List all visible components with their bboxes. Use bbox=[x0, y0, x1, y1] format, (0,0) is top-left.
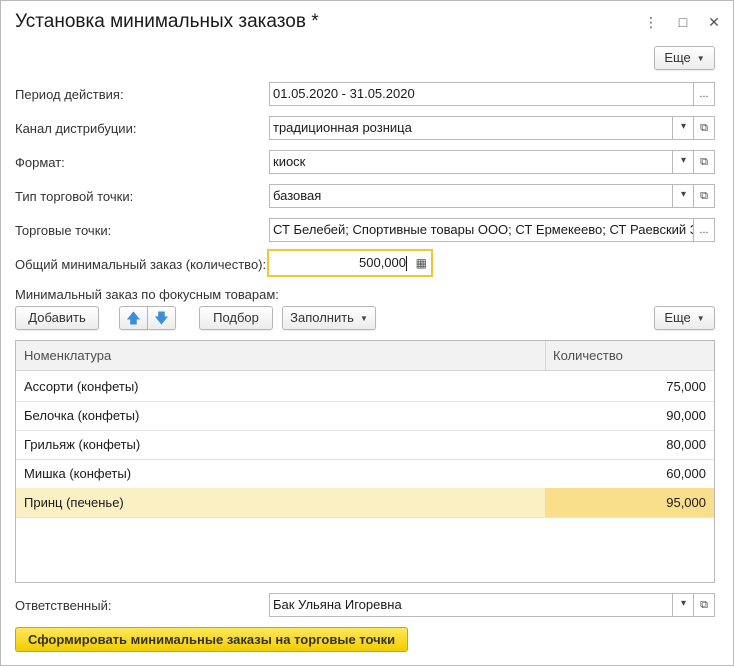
row-name: Белочка (конфеты) bbox=[24, 408, 140, 423]
format-open-icon[interactable]: ⧉ bbox=[693, 150, 715, 174]
responsible-value: Бак Ульяна Игоревна bbox=[273, 597, 402, 612]
table-row[interactable]: Мишка (конфеты) 60,000 bbox=[16, 459, 714, 489]
period-label: Период действия: bbox=[15, 87, 124, 102]
row-qty: 90,000 bbox=[666, 408, 706, 423]
column-header-nomenclature[interactable]: Номенклатура bbox=[24, 341, 111, 370]
outlets-select-button[interactable]: ... bbox=[693, 218, 715, 242]
text-cursor bbox=[406, 256, 407, 271]
table-row[interactable]: Белочка (конфеты) 90,000 bbox=[16, 401, 714, 431]
focus-section-label: Минимальный заказ по фокусным товарам: bbox=[15, 287, 279, 302]
period-select-button[interactable]: ... bbox=[693, 82, 715, 106]
row-qty: 60,000 bbox=[666, 466, 706, 481]
outlet-type-label: Тип торговой точки: bbox=[15, 189, 134, 204]
add-button[interactable]: Добавить bbox=[15, 306, 99, 330]
chevron-down-icon: ▼ bbox=[359, 313, 368, 323]
row-name: Принц (печенье) bbox=[24, 495, 124, 510]
focus-products-table[interactable]: Номенклатура Количество Ассорти (конфеты… bbox=[15, 340, 715, 583]
outlet-type-field[interactable]: базовая ▾ bbox=[269, 184, 694, 208]
total-min-field[interactable]: 500,000 ▦ bbox=[267, 249, 433, 277]
row-name: Мишка (конфеты) bbox=[24, 466, 132, 481]
row-qty: 75,000 bbox=[666, 379, 706, 394]
form-window: Установка минимальных заказов * ⋮ □ ✕ Ещ… bbox=[0, 0, 734, 666]
period-field[interactable]: 01.05.2020 - 31.05.2020 bbox=[269, 82, 694, 106]
responsible-field[interactable]: Бак Ульяна Игоревна ▾ bbox=[269, 593, 694, 617]
row-name: Ассорти (конфеты) bbox=[24, 379, 139, 394]
format-field[interactable]: киоск ▾ bbox=[269, 150, 694, 174]
dropdown-icon[interactable]: ▾ bbox=[672, 151, 693, 173]
table-header: Номенклатура Количество bbox=[16, 341, 714, 371]
dropdown-icon[interactable]: ▾ bbox=[672, 117, 693, 139]
column-header-quantity[interactable]: Количество bbox=[553, 341, 623, 370]
chevron-down-icon: ▼ bbox=[696, 53, 705, 63]
chevron-down-icon: ▼ bbox=[696, 313, 705, 323]
more-button-table[interactable]: Еще ▼ bbox=[654, 306, 715, 330]
more-actions-icon[interactable]: ⋮ bbox=[642, 13, 660, 31]
outlets-field[interactable]: СТ Белебей; Спортивные товары ООО; СТ Ер… bbox=[269, 218, 694, 242]
outlets-label: Торговые точки: bbox=[15, 223, 112, 238]
more-button-top[interactable]: Еще ▼ bbox=[654, 46, 715, 70]
channel-label: Канал дистрибуции: bbox=[15, 121, 137, 136]
table-row-selected[interactable]: Принц (печенье) 95,000 bbox=[16, 488, 714, 518]
row-name: Грильяж (конфеты) bbox=[24, 437, 141, 452]
total-min-value: 500,000 bbox=[359, 255, 406, 270]
table-row[interactable]: Грильяж (конфеты) 80,000 bbox=[16, 430, 714, 460]
dropdown-icon[interactable]: ▾ bbox=[672, 185, 693, 207]
generate-orders-button[interactable]: Сформировать минимальные заказы на торго… bbox=[15, 627, 409, 652]
format-label: Формат: bbox=[15, 155, 65, 170]
total-min-label: Общий минимальный заказ (количество): bbox=[15, 257, 267, 272]
maximize-icon[interactable]: □ bbox=[674, 13, 692, 31]
move-up-icon[interactable]: 🡅 bbox=[119, 306, 148, 330]
calculator-icon[interactable]: ▦ bbox=[416, 253, 427, 273]
channel-field[interactable]: традиционная розница ▾ bbox=[269, 116, 694, 140]
channel-open-icon[interactable]: ⧉ bbox=[693, 116, 715, 140]
close-icon[interactable]: ✕ bbox=[705, 13, 723, 31]
column-divider bbox=[545, 341, 546, 370]
fill-button[interactable]: Заполнить ▼ bbox=[282, 306, 376, 330]
responsible-open-icon[interactable]: ⧉ bbox=[693, 593, 715, 617]
format-value: киоск bbox=[273, 154, 306, 169]
row-qty: 80,000 bbox=[666, 437, 706, 452]
pick-button[interactable]: Подбор bbox=[199, 306, 273, 330]
table-row[interactable]: Ассорти (конфеты) 75,000 bbox=[16, 372, 714, 402]
outlet-type-value: базовая bbox=[273, 188, 322, 203]
row-qty: 95,000 bbox=[666, 495, 706, 510]
responsible-label: Ответственный: bbox=[15, 598, 112, 613]
period-value: 01.05.2020 - 31.05.2020 bbox=[273, 86, 415, 101]
window-title: Установка минимальных заказов * bbox=[15, 11, 319, 32]
outlets-value: СТ Белебей; Спортивные товары ООО; СТ Ер… bbox=[273, 222, 694, 237]
channel-value: традиционная розница bbox=[273, 120, 412, 135]
move-down-icon[interactable]: 🡇 bbox=[147, 306, 176, 330]
dropdown-icon[interactable]: ▾ bbox=[672, 594, 693, 616]
more-button-label: Еще bbox=[664, 310, 691, 325]
outlet-type-open-icon[interactable]: ⧉ bbox=[693, 184, 715, 208]
fill-button-label: Заполнить bbox=[290, 310, 354, 325]
more-button-label: Еще bbox=[664, 50, 691, 65]
